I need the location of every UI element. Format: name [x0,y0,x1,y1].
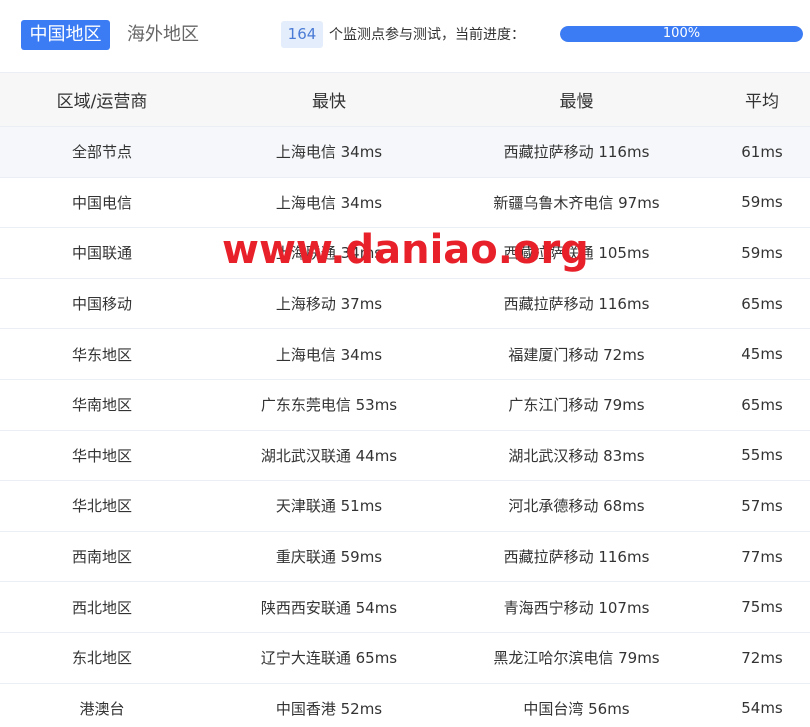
table-row: 华中地区 湖北武汉联通 44ms 湖北武汉移动 83ms 55ms [0,430,810,482]
cell-average: 65ms [741,294,783,313]
header-slowest: 最慢 [559,92,594,112]
cell-average: 57ms [741,496,783,515]
cell-region: 西南地区 [71,548,132,567]
table-row: 全部节点 上海电信 34ms 西藏拉萨移动 116ms 61ms [0,127,810,178]
cell-region: 中国移动 [71,295,132,314]
cell-slowest: 福建厦门移动 72ms [508,345,645,364]
progress-description: 个监测点参与测试，当前进度： [329,27,525,43]
table-body: 全部节点 上海电信 34ms 西藏拉萨移动 116ms 61ms 中国电信 上海电信 34… [0,127,810,727]
cell-slowest: 西藏拉萨移动 116ms [503,143,650,162]
cell-region: 港澳台 [79,699,125,718]
cell-fastest: 上海联通 34ms [275,244,383,263]
cell-region: 西北地区 [71,598,132,617]
cell-slowest: 黑龙江哈尔滨电信 79ms [493,649,660,668]
cell-region: 华北地区 [71,497,132,516]
cell-fastest: 广东东莞电信 53ms [260,396,398,415]
cell-average: 45ms [741,345,783,364]
header-region: 区域/运营商 [56,92,148,112]
results-table: 区域/运营商 最快 最慢 平均 全部节点 上海电信 34ms 西藏拉萨移动 116m… [0,72,810,727]
cell-fastest: 上海电信 34ms [275,345,383,364]
cell-average: 59ms [741,243,783,262]
cell-average: 72ms [741,648,783,667]
table-row: 华北地区 天津联通 51ms 河北承德移动 68ms 57ms [0,481,810,532]
cell-slowest: 湖北武汉移动 83ms [508,446,645,465]
cell-slowest: 西藏拉萨移动 116ms [503,295,650,314]
cell-average: 75ms [741,598,783,617]
table-row: 西北地区 陕西西安联通 54ms 青海西宁移动 107ms 75ms [0,582,810,633]
table-row: 中国移动 上海移动 37ms 西藏拉萨移动 116ms 65ms [0,278,810,330]
cell-slowest: 新疆乌鲁木齐电信 97ms [493,193,660,212]
tab-china-region[interactable]: 中国地区 [21,20,110,50]
table-row: 西南地区 重庆联通 59ms 西藏拉萨移动 116ms 77ms [0,531,810,583]
cell-fastest: 上海电信 34ms [275,193,383,212]
cell-region: 华中地区 [71,446,132,465]
cell-region: 华南地区 [71,396,132,415]
cell-average: 54ms [741,699,783,718]
cell-fastest: 陕西西安联通 54ms [260,598,398,617]
cell-average: 59ms [741,193,783,212]
header-fastest: 最快 [312,92,346,112]
table-row: 中国联通 上海联通 34ms 西藏拉萨联通 105ms 59ms [0,228,810,279]
cell-fastest: 辽宁大连联通 65ms [260,649,398,668]
cell-region: 中国联通 [71,244,132,263]
cell-average: 55ms [741,446,783,465]
cell-slowest: 广东江门移动 79ms [508,396,645,415]
cell-fastest: 重庆联通 59ms [275,548,383,567]
cell-fastest: 湖北武汉联通 44ms [260,446,398,465]
cell-fastest: 上海移动 37ms [275,295,383,314]
cell-slowest: 西藏拉萨移动 116ms [503,548,650,567]
cell-slowest: 青海西宁移动 107ms [503,598,650,617]
table-row: 华东地区 上海电信 34ms 福建厦门移动 72ms 45ms [0,329,810,380]
header-average: 平均 [745,92,779,112]
cell-fastest: 上海电信 34ms [275,143,383,162]
cell-region: 华东地区 [71,345,132,364]
monitor-count-badge: 164 [281,21,323,48]
progress-bar: 100% [560,26,803,42]
cell-slowest: 西藏拉萨联通 105ms [503,244,650,263]
cell-average: 65ms [741,395,783,414]
cell-average: 77ms [741,547,783,566]
cell-average: 61ms [741,142,783,161]
cell-region: 中国电信 [71,193,132,212]
progress-percent-label: 100% [662,26,701,41]
cell-fastest: 中国香港 52ms [275,699,383,718]
table-row: 华南地区 广东东莞电信 53ms 广东江门移动 79ms 65ms [0,379,810,431]
table-row: 东北地区 辽宁大连联通 65ms 黑龙江哈尔滨电信 79ms 72ms [0,632,810,684]
cell-slowest: 河北承德移动 68ms [508,497,645,516]
table-row: 中国电信 上海电信 34ms 新疆乌鲁木齐电信 97ms 59ms [0,177,810,229]
cell-region: 东北地区 [71,649,132,668]
tab-overseas-region[interactable]: 海外地区 [127,20,217,50]
table-row: 港澳台 中国香港 52ms 中国台湾 56ms 54ms [0,683,810,727]
table-header: 区域/运营商 最快 最慢 平均 [0,72,810,127]
cell-region: 全部节点 [71,143,132,162]
top-bar: 中国地区 海外地区 164 个监测点参与测试，当前进度： 100% [0,0,810,72]
cell-fastest: 天津联通 51ms [275,497,383,516]
cell-slowest: 中国台湾 56ms [523,699,630,718]
